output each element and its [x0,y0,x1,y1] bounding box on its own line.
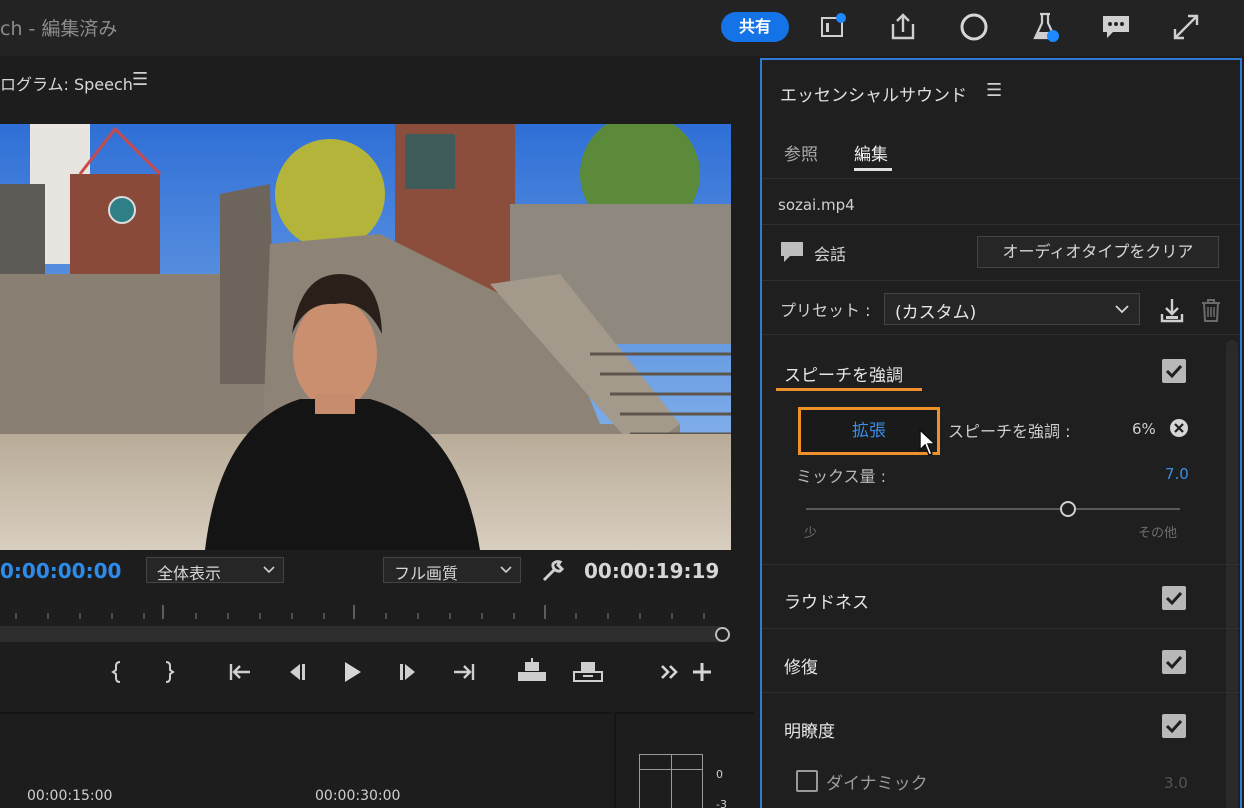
mix-amount-value[interactable]: 7.0 [1165,465,1189,483]
meter-scale-label: 0 [716,768,723,781]
feedback-icon[interactable] [1099,10,1133,44]
divider [762,692,1240,693]
checkmark-icon [1165,655,1183,670]
current-timecode[interactable]: 0:00:00:00 [0,559,121,583]
tab-edit[interactable]: 編集 [854,140,888,165]
preset-value: (カスタム) [895,303,977,323]
audio-meter-panel: 0 -3 [614,712,754,808]
divider [762,224,1240,225]
repair-checkbox[interactable] [1162,650,1186,674]
video-preview [0,124,731,550]
panel-menu-icon[interactable]: ☰ [986,80,1002,101]
more-controls-icon[interactable] [652,654,688,690]
save-preset-icon[interactable] [1158,296,1186,324]
chevron-down-icon [263,566,275,574]
mark-out-icon[interactable] [150,654,186,690]
mark-in-icon[interactable] [100,654,136,690]
checkmark-icon [1165,364,1183,379]
preset-dropdown[interactable]: (カスタム) [884,293,1140,325]
share-button[interactable]: 共有 [721,12,789,42]
enhance-amount-label: スピーチを強調 : [948,422,1071,441]
enhance-speech-checkbox[interactable] [1162,359,1186,383]
go-to-out-icon[interactable] [446,654,482,690]
clip-name: sozai.mp4 [778,196,855,214]
lift-icon[interactable] [514,654,550,690]
scrub-bar[interactable] [0,626,720,642]
program-monitor-title: ログラム: Speech [0,75,133,94]
play-icon[interactable] [334,654,370,690]
duration-timecode: 00:00:19:19 [584,559,720,583]
mouse-cursor-icon [919,428,937,456]
chevron-down-icon [1115,305,1129,314]
section-title-repair[interactable]: 修復 [784,653,818,678]
section-highlight [776,388,922,391]
essential-sound-panel: エッセンシャルサウンド ☰ 参照 編集 sozai.mp4 会話 オーディオタイ… [760,58,1242,808]
add-button-icon[interactable] [684,654,720,690]
step-forward-icon[interactable] [391,654,427,690]
quick-export-icon[interactable] [816,10,850,44]
slider-min-label: 少 [804,526,818,541]
clear-enhance-icon[interactable] [1169,418,1189,438]
zoom-fit-dropdown[interactable]: 全体表示 [146,557,284,583]
dynamics-label: ダイナミック [826,774,928,794]
dialogue-icon [781,242,803,262]
slider-max-label: その他 [1138,526,1178,541]
clarity-checkbox[interactable] [1162,714,1186,738]
playback-quality-dropdown[interactable]: フル画質 [383,557,521,583]
program-monitor-panel: ログラム: Speech ☰ 0:00:00:00 全体表示 フル画質 00:0… [0,56,754,706]
enhance-amount-value: 6% [1132,420,1156,438]
beta-flask-icon[interactable] [1028,10,1062,44]
panel-menu-icon[interactable]: ☰ [132,69,148,90]
mix-amount-label: ミックス量 : [796,467,886,486]
tab-browse[interactable]: 参照 [784,140,818,165]
scrub-handle[interactable] [715,627,730,642]
timeline-panel: 00:00:15:00 00:00:30:00 [0,712,612,808]
go-to-in-icon[interactable] [222,654,258,690]
audio-meter [639,754,703,808]
delete-preset-icon[interactable] [1198,296,1224,324]
checkmark-icon [1165,591,1183,606]
timeline-ruler-time: 00:00:15:00 [27,788,113,804]
active-tab-indicator [854,168,892,171]
divider [762,334,1240,335]
section-title-loudness[interactable]: ラウドネス [784,588,869,613]
mix-amount-slider[interactable] [806,508,1180,510]
audio-type-label: 会話 [814,245,847,264]
export-icon[interactable] [886,10,920,44]
loudness-checkbox[interactable] [1162,586,1186,610]
extract-icon[interactable] [570,654,606,690]
dynamics-value: 3.0 [1164,774,1188,792]
clear-audio-type-button[interactable]: オーディオタイプをクリア [977,236,1219,268]
wrench-icon[interactable] [540,558,566,584]
panel-title: エッセンシャルサウンド [780,86,967,106]
chevron-down-icon [500,566,512,574]
divider [762,564,1240,565]
meter-scale-label: -3 [716,798,727,808]
project-title: ch - 編集済み [0,18,118,40]
section-title-clarity[interactable]: 明瞭度 [784,717,835,742]
divider [762,280,1240,281]
transport-controls [100,654,730,694]
divider [762,628,1240,629]
scrollbar[interactable] [1226,340,1238,808]
fullscreen-icon[interactable] [1169,10,1203,44]
checkmark-icon [1165,719,1183,734]
timeline-ruler-time: 00:00:30:00 [315,788,401,804]
step-back-icon[interactable] [278,654,314,690]
dynamics-checkbox[interactable] [796,770,818,792]
section-title-enhance-speech[interactable]: スピーチを強調 [784,361,903,386]
playback-quality-value: フル画質 [394,564,459,583]
zoom-fit-value: 全体表示 [157,564,222,583]
progress-circle-icon[interactable] [957,10,991,44]
mix-slider-handle[interactable] [1059,501,1076,517]
top-bar: ch - 編集済み 共有 [0,0,1244,56]
preset-label: プリセット : [780,301,871,320]
divider [762,178,1240,179]
